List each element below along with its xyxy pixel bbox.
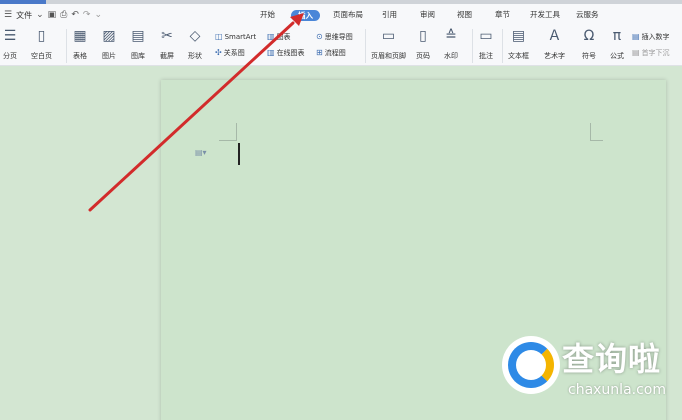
brand-watermark: 查询啦 chaxunla.com <box>502 330 682 420</box>
brand-url: chaxunla.com <box>568 382 666 398</box>
magnifier-icon <box>508 342 554 388</box>
arrow-shaft <box>88 21 295 212</box>
brand-logo <box>502 336 560 394</box>
brand-name: 查询啦 <box>562 340 662 378</box>
